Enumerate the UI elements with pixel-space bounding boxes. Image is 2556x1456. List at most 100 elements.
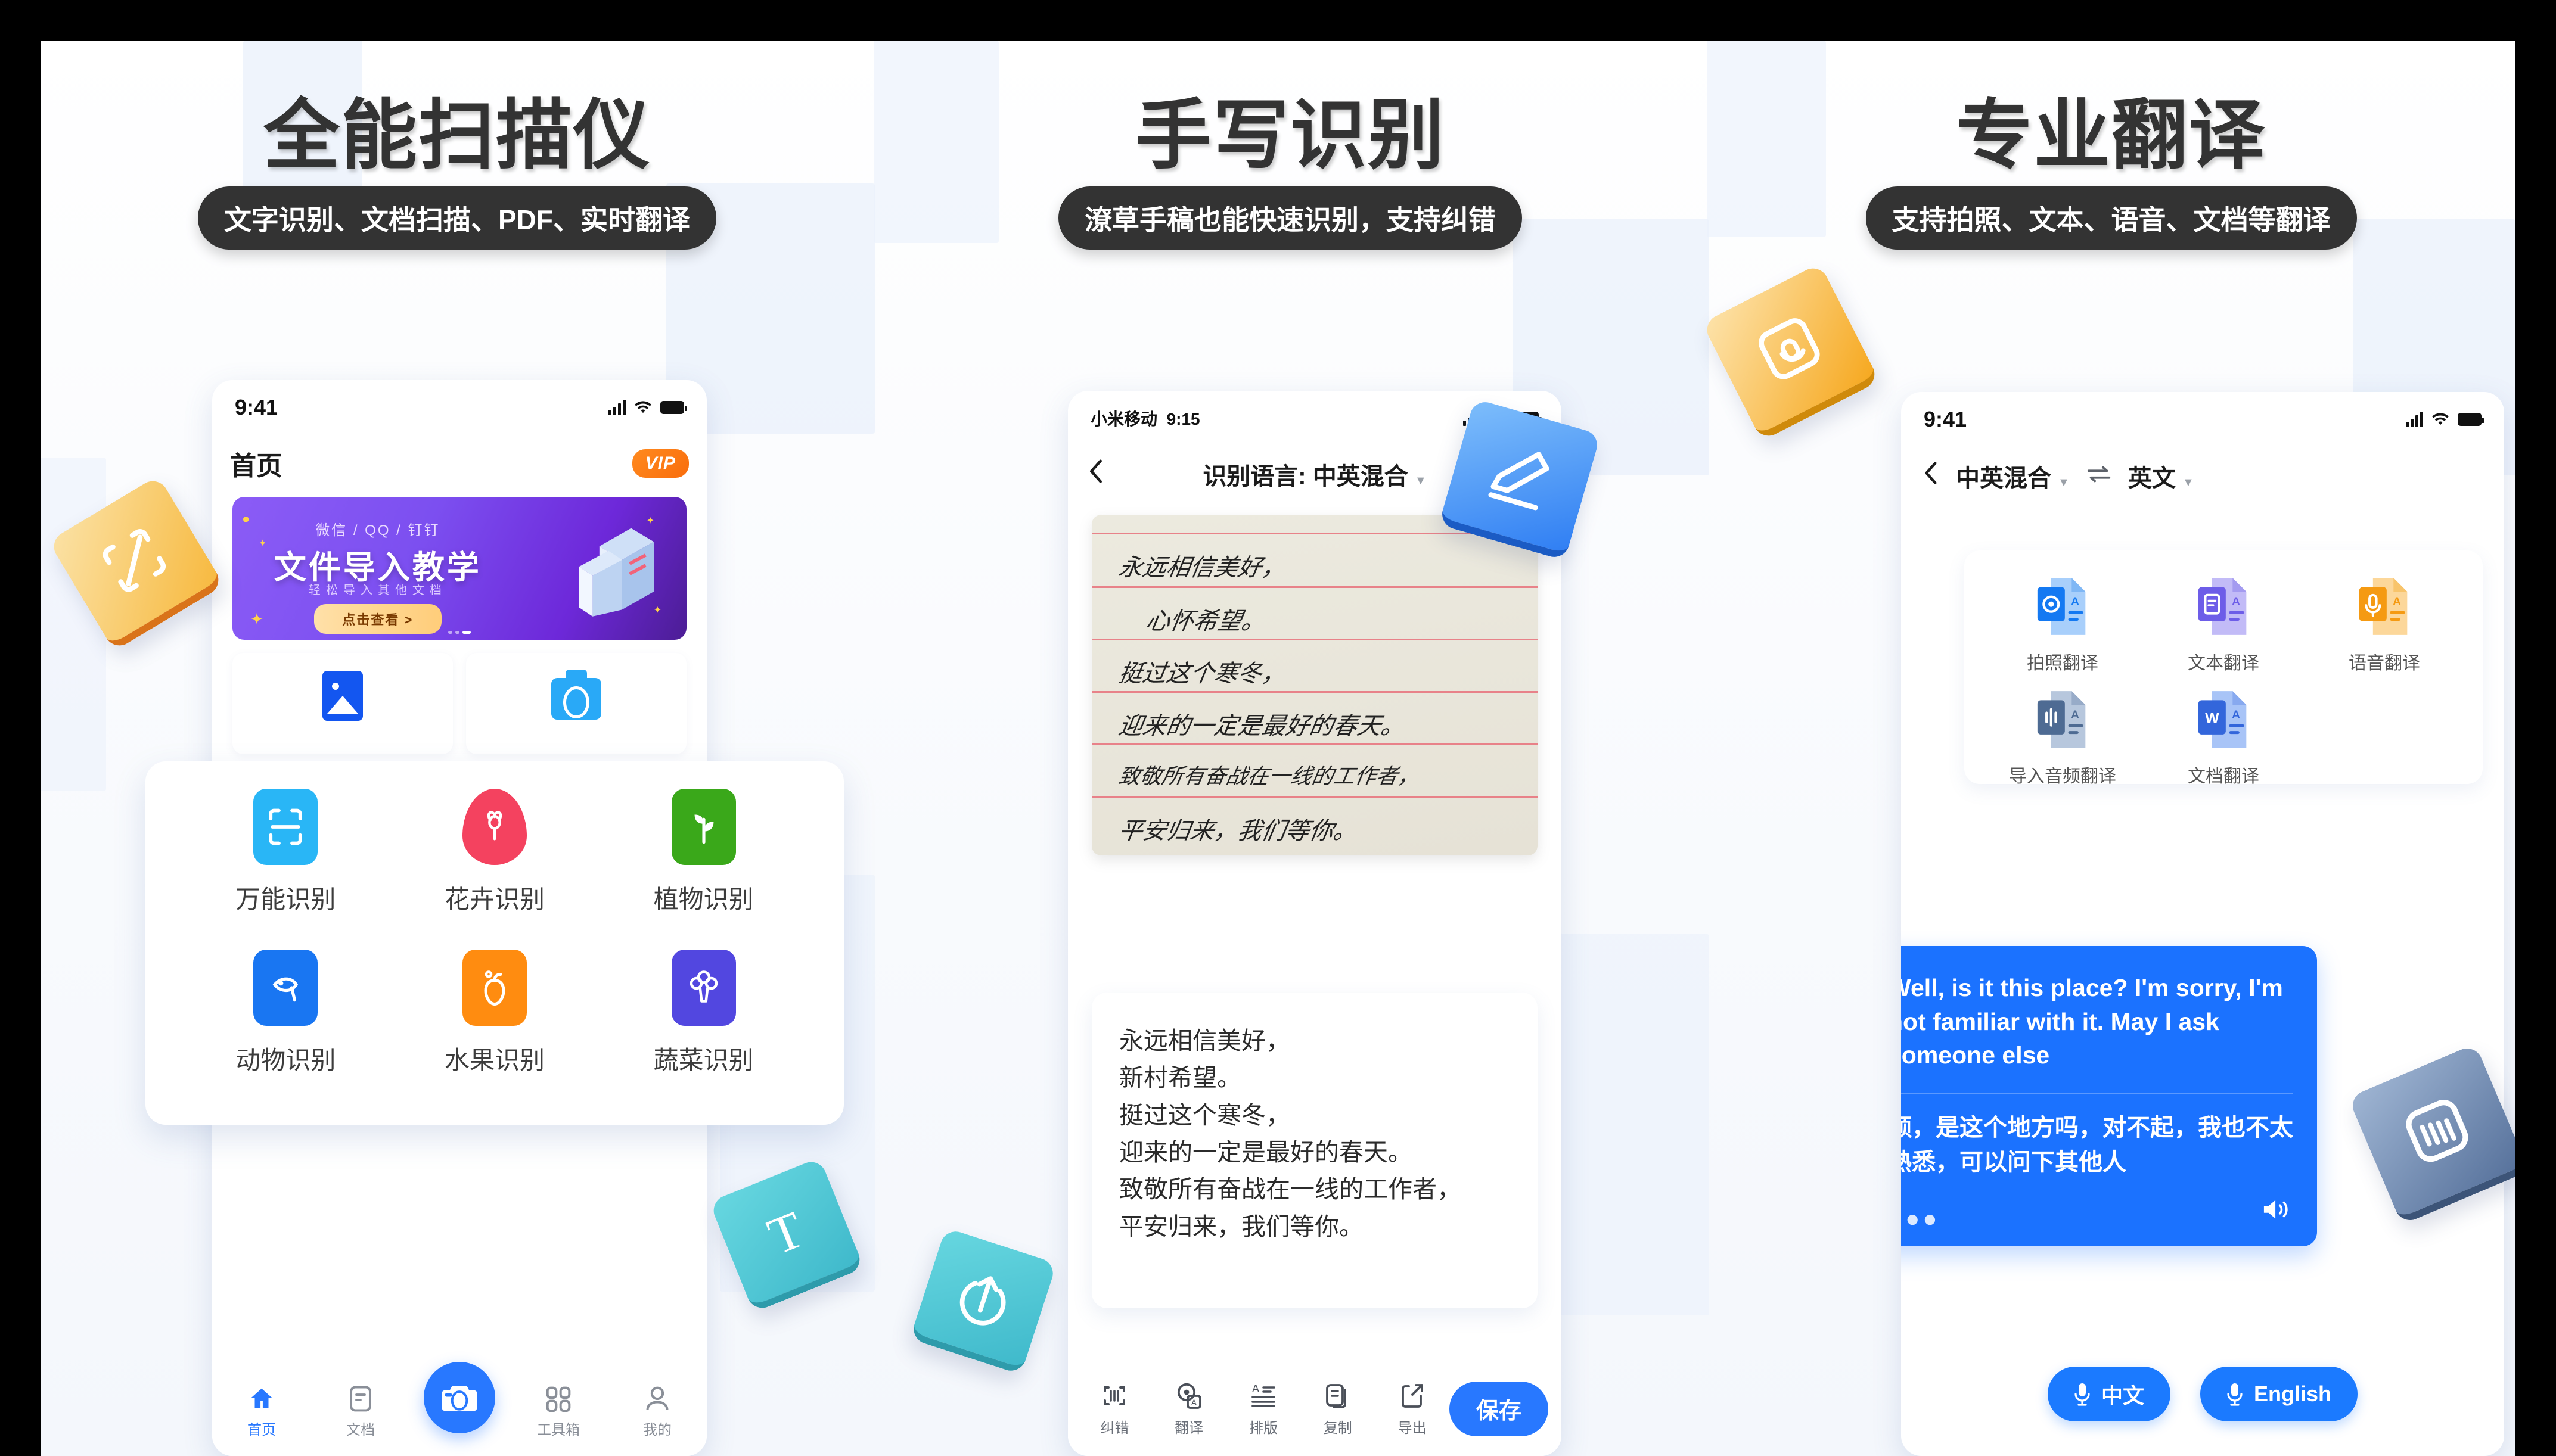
speaker-button[interactable] [2260, 1196, 2293, 1226]
promo-banner[interactable]: 微信 / QQ / 钉钉 文件导入教学 轻松导入其他文档 点击查看 > ● ✦ … [232, 497, 687, 640]
list-item-label: 万能识别 [235, 885, 336, 913]
svg-text:A: A [2232, 596, 2240, 608]
source-language-label: 中英混合 [1956, 465, 2051, 491]
target-language-label: 英文 [2128, 465, 2176, 491]
battery-icon [660, 401, 687, 414]
content-board: 全能扫描仪 文字识别、文档扫描、PDF、实时翻译 手写识别 潦草手稿也能快速识别… [41, 41, 2515, 1456]
vip-badge[interactable]: VIP [632, 449, 689, 478]
signal-icon [608, 400, 626, 415]
banner-cta-button[interactable]: 点击查看 > [314, 604, 442, 634]
tab-home[interactable]: 首页 [212, 1385, 311, 1439]
text-translate-icon: A [2196, 575, 2251, 637]
recognized-line: 挺过这个寒冬， [1119, 1101, 1290, 1129]
recognized-text-card[interactable]: 永远相信美好， 新村希望。 挺过这个寒冬， 迎来的一定是最好的春天。 致敬所有奋… [1092, 993, 1538, 1308]
swap-languages-button[interactable] [2085, 463, 2113, 490]
translate-icon: A [1152, 1380, 1226, 1411]
handwriting-line: 挺过这个寒冬， [1116, 660, 1288, 687]
share-circle-icon [960, 1276, 1006, 1326]
list-item[interactable]: A 拍照翻译 [1982, 575, 2143, 674]
list-item[interactable]: 水果识别 [390, 950, 600, 1097]
bubble-chinese-text: 额，是这个地方吗，对不起，我也不太熟悉，可以问下其他人 [1901, 1114, 2293, 1176]
voice-button-english[interactable]: English [2200, 1367, 2358, 1421]
caret-down-icon: ▼ [2058, 476, 2070, 489]
camera-shutter-button[interactable] [424, 1362, 495, 1433]
svg-text:A: A [1252, 1383, 1259, 1395]
list-item-label: 水果识别 [444, 1046, 545, 1074]
language-bar: 中英混合 ▼ 英文 ▼ [1901, 447, 2504, 505]
banner-dots[interactable] [448, 631, 471, 634]
list-item[interactable]: 花卉识别 [390, 789, 600, 937]
voice-button-chinese[interactable]: 中文 [2047, 1367, 2170, 1421]
sparkle-icon: ● [242, 511, 250, 526]
toolbar-item-label: 排版 [1249, 1420, 1278, 1436]
handwriting-line: 平安归来，我们等你。 [1116, 817, 1360, 845]
toolbar-item-copy[interactable]: 复制 [1300, 1380, 1375, 1437]
back-button[interactable] [1921, 460, 1940, 492]
tab-toolbox[interactable]: 工具箱 [509, 1385, 608, 1439]
list-item[interactable]: A 导入音频翻译 [1982, 689, 2143, 788]
list-item-label: 文本翻译 [2188, 654, 2259, 673]
nav-bar: 首页 VIP [212, 435, 707, 492]
translation-bubble[interactable]: Well, is it this place? I'm sorry, I'm n… [1901, 946, 2317, 1246]
camera-icon [551, 670, 601, 720]
source-language-selector[interactable]: 中英混合 ▼ [1956, 459, 2070, 493]
list-item[interactable]: 植物识别 [599, 789, 808, 937]
column-subtitle-pill: 文字识别、文档扫描、PDF、实时翻译 [198, 186, 716, 250]
list-item-label: 动物识别 [235, 1046, 336, 1074]
document-icon [311, 1385, 410, 1413]
back-button[interactable] [1086, 458, 1122, 491]
status-bar: 9:41 [212, 380, 707, 435]
list-item[interactable]: A 文本翻译 [2143, 575, 2304, 674]
toolbar-item-translate[interactable]: A 翻译 [1152, 1380, 1226, 1437]
column-subtitle-pill: 支持拍照、文本、语音、文档等翻译 [1865, 186, 2357, 250]
save-button[interactable]: 保存 [1449, 1381, 1548, 1436]
list-item-label: 导入音频翻译 [2009, 767, 2116, 786]
editor-toolbar: 纠错 A 翻译 A 排版 复制 导出 保存 [1068, 1361, 1561, 1456]
bubble-english-text: Well, is it this place? I'm sorry, I'm n… [1901, 974, 2283, 1069]
toolbar-item-export[interactable]: 导出 [1375, 1380, 1449, 1437]
list-item-label: 植物识别 [653, 885, 754, 913]
list-item[interactable]: A 语音翻译 [2304, 575, 2465, 674]
tab-documents[interactable]: 文档 [311, 1385, 410, 1439]
home-icon [212, 1385, 311, 1413]
image-icon [322, 671, 363, 721]
correct-scan-icon [1077, 1380, 1152, 1411]
target-language-selector[interactable]: 英文 ▼ [2128, 459, 2194, 493]
handwriting-lines-icon [2406, 1100, 2468, 1162]
recognized-line: 迎来的一定是最好的春天。 [1119, 1138, 1412, 1166]
microphone-icon [2227, 1383, 2243, 1406]
person-icon [608, 1385, 707, 1413]
recognized-line: 平安归来，我们等你。 [1119, 1212, 1364, 1240]
camera-shutter-icon [442, 1386, 477, 1411]
translate-options-card: A 拍照翻译 A 文本翻译 A 语音翻译 A 导入音频翻译 W A 文档翻译 [1964, 550, 2483, 786]
page-title: 首页 [230, 452, 282, 481]
svg-text:A: A [2393, 596, 2401, 608]
svg-text:A: A [2232, 709, 2240, 721]
recognize-floating-card: 万能识别 花卉识别 植物识别 动物识别 水果识别 蔬菜识别 [145, 761, 844, 1125]
doc-translate-icon: WA [2196, 689, 2251, 751]
copy-icon [1300, 1380, 1375, 1411]
handwriting-photo[interactable]: 永远相信美好， 心怀希望。 挺过这个寒冬， 迎来的一定是最好的春天。 致敬所有奋… [1092, 515, 1538, 855]
list-item[interactable]: 万能识别 [181, 789, 390, 937]
speaker-icon [2263, 1200, 2288, 1218]
books-illustration [579, 528, 654, 617]
toolbar-item-layout[interactable]: A 排版 [1226, 1380, 1301, 1437]
divider [1901, 1092, 2293, 1094]
photo-translate-icon: A [2035, 575, 2090, 637]
toolbar-item-correct[interactable]: 纠错 [1077, 1380, 1152, 1437]
handwriting-line: 永远相信美好， [1116, 554, 1288, 581]
list-item[interactable]: WA 文档翻译 [2143, 689, 2304, 788]
recognized-line: 永远相信美好， [1119, 1027, 1290, 1054]
list-item[interactable]: 动物识别 [181, 950, 390, 1097]
ellipsis-icon[interactable]: ●●● [1901, 1207, 1940, 1231]
language-selector-label: 识别语言: 中英混合 [1203, 463, 1408, 490]
tab-mine[interactable]: 我的 [608, 1385, 707, 1439]
status-time: 9:41 [235, 395, 278, 419]
quick-card-camera[interactable] [466, 653, 687, 754]
tab-label: 首页 [247, 1422, 276, 1438]
list-item[interactable]: 蔬菜识别 [599, 950, 808, 1097]
sparkle-icon: ✦ [646, 516, 654, 526]
quick-card-image[interactable] [232, 653, 453, 754]
fish-icon [253, 950, 318, 1026]
list-item-label: 蔬菜识别 [653, 1046, 754, 1074]
